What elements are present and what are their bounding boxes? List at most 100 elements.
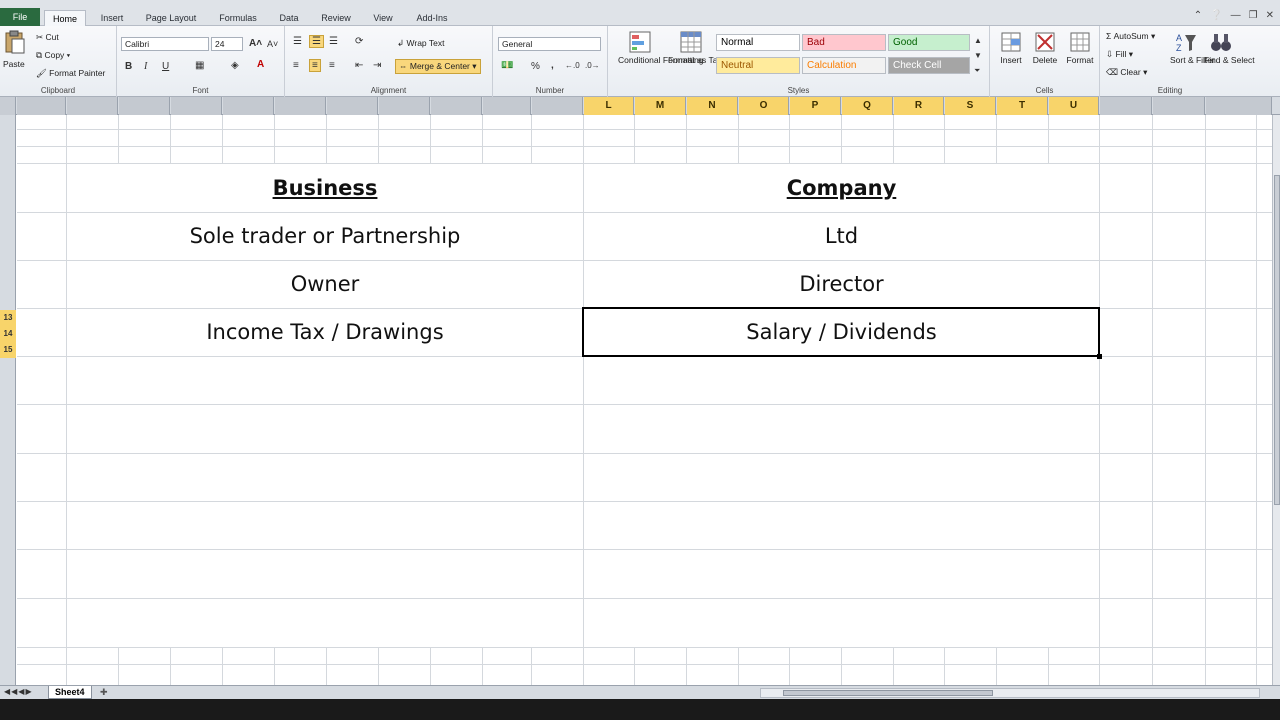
grow-font-icon[interactable]: A˄ [249,38,262,49]
styles-scroll-down-icon[interactable]: ▼ [974,51,982,60]
increase-indent-icon[interactable]: ⇥ [373,60,381,71]
new-sheet-icon[interactable]: ✚ [100,687,108,698]
tab-insert[interactable]: Insert [90,10,134,26]
horizontal-scroll-thumb[interactable] [783,690,993,696]
vertical-scrollbar[interactable] [1272,115,1280,685]
merge-center-button[interactable]: ⇔ Merge & Center ▾ [395,59,481,74]
column-header[interactable] [1206,97,1272,115]
header-company[interactable]: Company [584,164,1099,212]
select-all-corner[interactable] [0,97,16,115]
autosum-button[interactable]: Σ AutoSum ▾ [1106,31,1155,42]
format-as-table-button[interactable]: Format as Table [668,31,729,65]
styles-scroll-up-icon[interactable]: ▲ [974,36,982,45]
horizontal-scrollbar[interactable] [760,688,1260,698]
paste-button[interactable] [4,30,26,54]
column-header[interactable] [1153,97,1205,115]
font-size-select[interactable]: 24 [211,37,243,51]
table-cell[interactable]: Owner [67,260,583,308]
find-select-button[interactable]: Find & Select [1204,31,1255,65]
percent-button[interactable]: % [531,61,540,72]
format-cells-button[interactable]: Format [1064,31,1096,65]
style-check-cell[interactable]: Check Cell [888,57,970,74]
column-header[interactable] [483,97,531,115]
orientation-icon[interactable]: ⟳ [355,36,363,47]
column-header[interactable] [17,97,66,115]
clear-button[interactable]: ⌫ Clear ▾ [1106,67,1147,78]
column-header[interactable] [431,97,482,115]
table-cell[interactable]: Ltd [584,212,1099,260]
sheet-nav-arrows-icon[interactable]: ◀◀◀▶ [4,687,33,696]
row-header-13[interactable]: 13 [0,310,16,326]
delete-cells-button[interactable]: Delete [1030,31,1060,65]
conditional-formatting-button[interactable]: Conditional Formatting [618,31,704,65]
tab-data[interactable]: Data [272,10,306,26]
style-neutral[interactable]: Neutral [716,57,800,74]
format-painter-button[interactable]: 🖌 Format Painter [36,68,105,79]
column-header-t[interactable]: T [997,97,1048,115]
minimize-ribbon-icon[interactable]: ⌃ [1194,10,1202,21]
tab-formulas[interactable]: Formulas [210,10,266,26]
file-tab[interactable]: File [0,8,40,26]
column-header-l[interactable]: L [584,97,634,115]
restore-icon[interactable]: ❐ [1249,10,1258,21]
vertical-scroll-thumb[interactable] [1274,175,1280,505]
fill-color-icon[interactable]: ◈ [231,60,239,71]
style-bad[interactable]: Bad [802,34,886,51]
borders-icon[interactable]: ▦ [195,60,204,71]
column-header-m[interactable]: M [635,97,686,115]
sheet-tab[interactable]: Sheet4 [48,686,92,699]
styles-more-icon[interactable]: ⏷ [974,66,980,76]
paste-label[interactable]: Paste [3,59,25,69]
column-header[interactable] [532,97,583,115]
align-top-icon[interactable]: ☰ [293,36,302,47]
column-header-p[interactable]: P [790,97,841,115]
align-middle-icon[interactable]: ☰ [309,35,324,48]
italic-button[interactable]: I [144,61,147,72]
align-left-icon[interactable]: ≡ [293,60,299,71]
fill-button[interactable]: ⇩ Fill ▾ [1106,49,1133,60]
bold-button[interactable]: B [125,61,132,72]
column-header-q[interactable]: Q [842,97,893,115]
font-name-select[interactable]: Calibri [121,37,209,51]
column-header[interactable] [275,97,326,115]
close-icon[interactable]: ✕ [1266,10,1274,21]
decrease-indent-icon[interactable]: ⇤ [355,60,363,71]
cut-button[interactable]: ✂ Cut [36,32,59,43]
column-header-o[interactable]: O [739,97,789,115]
copy-button[interactable]: ⧉ Copy ▾ [36,50,70,61]
comma-button[interactable]: , [551,60,554,71]
table-cell[interactable]: Sole trader or Partnership [67,212,583,260]
insert-cells-button[interactable]: Insert [996,31,1026,65]
column-header[interactable] [67,97,118,115]
align-bottom-icon[interactable]: ☰ [329,36,338,47]
sort-filter-button[interactable]: AZ Sort & Filter [1170,31,1215,65]
increase-decimal-icon[interactable]: ←.0 [565,61,580,70]
worksheet-grid[interactable]: Business Company Sole trader or Partners… [17,115,1272,685]
tab-view[interactable]: View [366,10,400,26]
minimize-icon[interactable]: — [1231,10,1241,21]
column-header[interactable] [1100,97,1152,115]
tab-add-ins[interactable]: Add-Ins [406,10,458,26]
column-header[interactable] [379,97,430,115]
column-header-u[interactable]: U [1049,97,1099,115]
fill-handle[interactable] [1097,354,1102,359]
align-center-icon[interactable]: ≡ [309,59,321,72]
style-good[interactable]: Good [888,34,970,51]
column-header[interactable] [119,97,170,115]
row-header-14[interactable]: 14 [0,326,16,342]
style-calculation[interactable]: Calculation [802,57,886,74]
tab-review[interactable]: Review [312,10,360,26]
column-header[interactable] [327,97,378,115]
tab-home[interactable]: Home [44,10,86,27]
shrink-font-icon[interactable]: A˅ [267,39,278,49]
underline-button[interactable]: U [162,61,169,72]
row-header-15[interactable]: 15 [0,342,16,358]
table-cell[interactable]: Director [584,260,1099,308]
decrease-decimal-icon[interactable]: .0→ [585,61,600,70]
column-header[interactable] [171,97,222,115]
wrap-text-button[interactable]: ↲ Wrap Text [397,38,444,49]
tab-page-layout[interactable]: Page Layout [138,10,204,26]
style-normal[interactable]: Normal [716,34,800,51]
table-cell[interactable]: Income Tax / Drawings [67,308,583,356]
currency-icon[interactable]: 💵 [501,60,513,71]
